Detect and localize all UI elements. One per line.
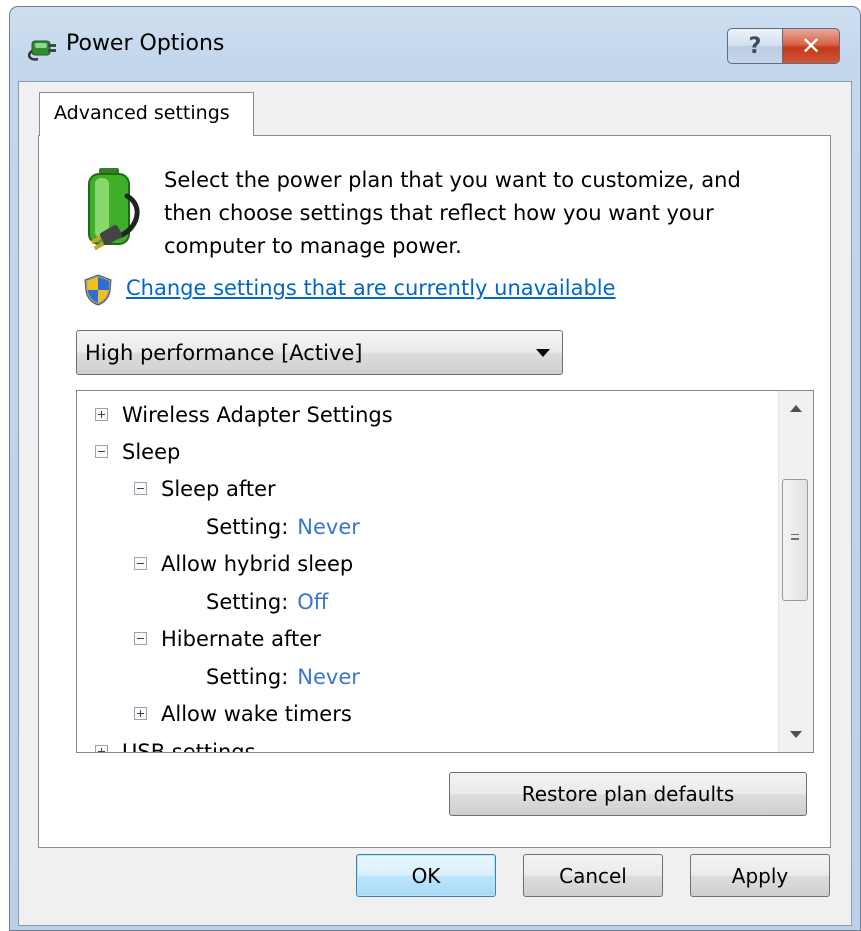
tree-node-label: Hibernate after (161, 626, 321, 651)
power-plug-icon (28, 40, 56, 61)
restore-plan-defaults-button[interactable]: Restore plan defaults (449, 772, 807, 816)
scroll-down-arrow-icon[interactable] (790, 731, 802, 738)
chevron-down-icon (536, 349, 550, 357)
collapse-minus-icon[interactable] (134, 632, 147, 645)
scroll-up-arrow-icon[interactable] (790, 405, 802, 412)
tree-node-sleep-after[interactable]: Sleep after (134, 470, 276, 507)
selected-plan: High performance [Active] (85, 341, 363, 365)
close-button[interactable]: ✕ (782, 28, 840, 64)
collapse-minus-icon[interactable] (95, 445, 108, 458)
tree-node-label: Allow wake timers (161, 701, 352, 726)
expand-plus-icon[interactable] (134, 707, 147, 720)
collapse-minus-icon[interactable] (134, 482, 147, 495)
vertical-scrollbar[interactable] (778, 391, 813, 752)
uac-shield-icon (84, 274, 112, 306)
tree-setting-sleep-after[interactable]: Setting: Never (206, 508, 360, 545)
tree-node-wireless-adapter[interactable]: Wireless Adapter Settings (95, 396, 393, 433)
tree-setting-hibernate-after[interactable]: Setting: Never (206, 658, 360, 695)
window-title: Power Options (66, 31, 225, 56)
apply-button[interactable]: Apply (690, 854, 830, 897)
intro-line-3: computer to manage power. (164, 234, 462, 258)
setting-label: Setting: (206, 664, 289, 689)
setting-label: Setting: (206, 589, 289, 614)
tree-node-label: Wireless Adapter Settings (122, 402, 393, 427)
expand-plus-icon[interactable] (95, 408, 108, 421)
tree-node-sleep[interactable]: Sleep (95, 433, 180, 470)
tree-node-usb-settings[interactable]: USB settings (95, 733, 256, 753)
tab-advanced-settings[interactable]: Advanced settings (39, 92, 254, 136)
tree-node-label: USB settings (122, 739, 256, 753)
dialog-client-area: Advanced settings Select the power plan … (18, 81, 852, 926)
tree-node-label: Allow hybrid sleep (161, 551, 354, 576)
scrollbar-thumb[interactable] (782, 479, 808, 601)
ok-button[interactable]: OK (356, 854, 496, 897)
cancel-button[interactable]: Cancel (523, 854, 663, 897)
settings-tree[interactable]: Wireless Adapter Settings Sleep Sleep af… (76, 390, 814, 753)
tree-node-allow-wake-timers[interactable]: Allow wake timers (134, 695, 352, 732)
expand-plus-icon[interactable] (95, 745, 108, 752)
setting-value[interactable]: Never (297, 665, 360, 689)
setting-value[interactable]: Never (297, 515, 360, 539)
intro-line-2: then choose settings that reflect how yo… (164, 201, 714, 225)
intro-line-1: Select the power plan that you want to c… (164, 168, 741, 192)
power-options-window: Power Options ? ✕ Advanced settings Sele… (9, 6, 861, 931)
grip-icon (791, 534, 799, 540)
intro-description: Select the power plan that you want to c… (164, 164, 804, 263)
help-button[interactable]: ? (727, 28, 783, 64)
tree-setting-hybrid-sleep[interactable]: Setting: Off (206, 583, 328, 620)
tree-node-label: Sleep after (161, 476, 276, 501)
power-plan-dropdown[interactable]: High performance [Active] (76, 330, 563, 375)
change-unavailable-settings-link[interactable]: Change settings that are currently unava… (126, 276, 616, 300)
setting-value[interactable]: Off (297, 590, 328, 614)
setting-label: Setting: (206, 514, 289, 539)
battery-plug-icon (88, 168, 140, 251)
title-bar[interactable]: Power Options ? ✕ (10, 7, 860, 81)
tree-node-label: Sleep (122, 439, 181, 464)
collapse-minus-icon[interactable] (134, 557, 147, 570)
advanced-settings-panel: Select the power plan that you want to c… (38, 135, 831, 848)
tree-node-hibernate-after[interactable]: Hibernate after (134, 620, 321, 657)
tree-node-allow-hybrid-sleep[interactable]: Allow hybrid sleep (134, 545, 353, 582)
